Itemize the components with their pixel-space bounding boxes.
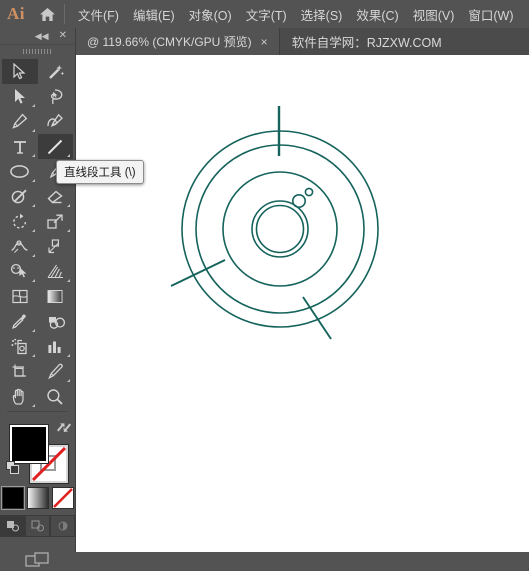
illustrator-window: Ai 文件(F) 编辑(E) 对象(O) 文字(T) 选择(S) 效果(C) 视… [0, 0, 529, 567]
color-mode-button[interactable] [0, 486, 25, 510]
draw-behind-button[interactable] [25, 515, 50, 537]
eyedropper-tool[interactable] [2, 309, 38, 334]
tool-corner-indicator [31, 229, 35, 232]
menu-effect[interactable]: 效果(C) [349, 2, 405, 27]
tool-corner-indicator [67, 279, 70, 282]
close-panel-icon[interactable]: ✕ [59, 31, 67, 41]
none-mode-button[interactable] [51, 487, 74, 509]
shaper-tool[interactable] [2, 184, 38, 209]
blend-tool[interactable] [38, 309, 74, 334]
draw-inside-button[interactable] [50, 515, 75, 537]
tool-corner-indicator [67, 229, 70, 232]
close-icon[interactable]: × [259, 35, 270, 49]
menu-item-list: 文件(F) 编辑(E) 对象(O) 文字(T) 选择(S) 效果(C) 视图(V… [71, 2, 521, 27]
second-circle[interactable] [195, 144, 365, 314]
symbol-sprayer-tool[interactable] [2, 334, 38, 359]
document-tab-label: @ 119.66% (CMYK/GPU 预览) [87, 35, 252, 49]
pen-tool[interactable] [2, 109, 38, 134]
tool-corner-indicator [31, 179, 35, 182]
outer-circle[interactable] [181, 130, 379, 328]
mesh-tool[interactable] [2, 284, 38, 309]
bottom-right-line-segment[interactable] [302, 296, 332, 340]
width-tool[interactable] [2, 234, 38, 259]
tool-corner-indicator [67, 379, 70, 382]
type-tool[interactable] [2, 134, 38, 159]
tool-corner-indicator [31, 129, 35, 132]
home-icon[interactable] [32, 0, 62, 28]
tool-corner-indicator [31, 254, 35, 257]
lasso-tool[interactable] [38, 84, 74, 109]
color-mode-row [0, 486, 75, 510]
small-circle-large[interactable] [292, 194, 307, 209]
tool-corner-indicator [67, 354, 70, 357]
tool-corner-indicator [67, 204, 70, 207]
gradient-tool[interactable] [38, 284, 74, 309]
menu-window[interactable]: 窗口(W) [461, 2, 520, 27]
menu-bar: Ai 文件(F) 编辑(E) 对象(O) 文字(T) 选择(S) 效果(C) 视… [0, 0, 529, 28]
canvas-area[interactable] [75, 55, 529, 552]
gradient-mode-button[interactable] [26, 487, 49, 509]
swap-fill-stroke-icon[interactable] [57, 421, 71, 439]
draw-mode-row [0, 515, 75, 537]
tool-corner-indicator [31, 154, 35, 157]
magic-wand-tool[interactable] [38, 59, 74, 84]
screen-mode-row [0, 549, 75, 571]
scale-tool[interactable] [38, 209, 74, 234]
line-segment-tool[interactable] [37, 134, 73, 159]
inner-outer-circle[interactable] [251, 200, 309, 258]
direct-selection-tool[interactable] [2, 84, 38, 109]
tool-grid [0, 57, 75, 415]
small-circle-tiny[interactable] [304, 187, 314, 197]
perspective-grid-tool[interactable] [38, 259, 74, 284]
rotate-tool[interactable] [2, 209, 38, 234]
site-watermark-label: 软件自学网：RJZXW.COM [291, 36, 442, 50]
none-slash-icon [52, 488, 73, 508]
menu-type[interactable]: 文字(T) [239, 2, 294, 27]
artboard-tool[interactable] [2, 359, 38, 384]
tool-corner-indicator [31, 204, 35, 207]
tool-corner-indicator [67, 154, 70, 157]
tools-panel: ◀◀ ✕ [0, 28, 76, 567]
tool-corner-indicator [31, 104, 35, 107]
tool-corner-indicator [31, 354, 35, 357]
grip-lines-icon [22, 48, 53, 54]
menubar-divider [64, 4, 65, 24]
curvature-tool[interactable] [38, 109, 74, 134]
document-tab-bar: @ 119.66% (CMYK/GPU 预览) × 软件自学网：RJZXW.CO… [0, 28, 529, 55]
panel-drag-handle[interactable] [0, 45, 75, 57]
draw-normal-button[interactable] [0, 515, 25, 537]
change-screen-mode-button[interactable] [23, 549, 53, 571]
tool-tooltip: 直线段工具 (\) [56, 160, 144, 184]
shape-builder-tool[interactable] [2, 259, 38, 284]
menu-view[interactable]: 视图(V) [406, 2, 462, 27]
menu-select[interactable]: 选择(S) [294, 2, 350, 27]
tool-divider [2, 409, 73, 415]
third-circle[interactable] [222, 171, 338, 287]
selection-tool[interactable] [2, 59, 38, 84]
eraser-tool[interactable] [38, 184, 74, 209]
menu-file[interactable]: 文件(F) [71, 2, 126, 27]
slice-tool[interactable] [38, 359, 74, 384]
fill-stroke-controls [0, 419, 75, 485]
default-fill-stroke-icon[interactable] [6, 461, 20, 480]
hand-tool[interactable] [2, 384, 38, 409]
app-logo: Ai [7, 4, 25, 23]
tools-panel-header: ◀◀ ✕ [0, 28, 75, 45]
column-graph-tool[interactable] [38, 334, 74, 359]
fill-swatch[interactable] [9, 424, 49, 464]
free-transform-tool[interactable] [38, 234, 74, 259]
tool-corner-indicator [31, 404, 35, 407]
menu-edit[interactable]: 编辑(E) [126, 2, 182, 27]
tool-corner-indicator [31, 279, 35, 282]
tool-corner-indicator [31, 329, 35, 332]
inner-circle[interactable] [255, 204, 305, 254]
site-watermark-tab: 软件自学网：RJZXW.COM [280, 28, 454, 55]
menu-object[interactable]: 对象(O) [182, 2, 239, 27]
document-tab[interactable]: @ 119.66% (CMYK/GPU 预览) × [75, 28, 280, 55]
collapse-panel-icon[interactable]: ◀◀ [35, 31, 49, 41]
artboard[interactable] [75, 55, 529, 552]
ellipse-tool[interactable] [2, 159, 38, 184]
zoom-tool[interactable] [38, 384, 74, 409]
